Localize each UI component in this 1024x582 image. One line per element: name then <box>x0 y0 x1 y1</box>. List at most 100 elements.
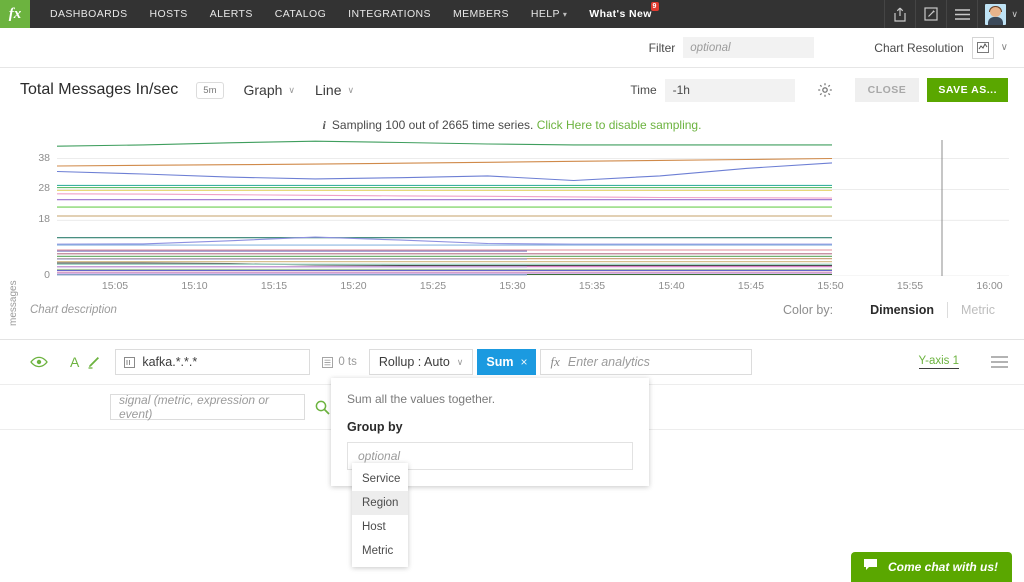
new-chart-icon[interactable] <box>915 0 946 28</box>
y-axis-ticks: 38 28 18 0 <box>24 140 50 290</box>
visibility-eye-icon[interactable] <box>30 356 48 368</box>
nav-label: DASHBOARDS <box>50 8 128 20</box>
chart-header-actions: Time CLOSE SAVE AS... <box>630 78 1008 102</box>
new-signal-input[interactable]: signal (metric, expression or event) <box>110 393 305 421</box>
resolution-pill[interactable]: 5m <box>196 81 224 99</box>
avatar <box>985 3 1007 25</box>
x-tick-label: 16:00 <box>976 280 1003 292</box>
signal-value: kafka.*.*.* <box>142 355 198 369</box>
nav-label: ALERTS <box>209 8 253 20</box>
analytics-chip-sum[interactable]: Sum × <box>477 349 537 375</box>
rollup-select[interactable]: Rollup : Auto ∨ <box>368 349 474 375</box>
nav-item-alerts[interactable]: ALERTS <box>199 0 264 28</box>
search-icon[interactable] <box>315 400 330 415</box>
nav-right-group: ∨ <box>884 0 1024 28</box>
popover-description: Sum all the values together. <box>347 392 496 406</box>
color-by-metric[interactable]: Metric <box>948 303 1008 317</box>
nav-item-catalog[interactable]: CATALOG <box>264 0 337 28</box>
chart-resolution-button[interactable] <box>971 36 994 59</box>
chevron-down-icon: ▾ <box>562 9 568 19</box>
close-button[interactable]: CLOSE <box>854 78 920 102</box>
save-as-button[interactable]: SAVE AS... <box>927 78 1008 102</box>
time-input[interactable] <box>664 78 795 102</box>
color-by-dimension[interactable]: Dimension <box>857 303 947 317</box>
x-tick-label: 15:30 <box>499 280 526 292</box>
x-tick-label: 15:40 <box>658 280 685 292</box>
series-line <box>57 140 832 147</box>
analytics-placeholder: Enter analytics <box>567 355 650 369</box>
timeseries-count-label: 0 ts <box>338 356 357 368</box>
x-tick-label: 15:25 <box>419 280 447 292</box>
function-icon: fx <box>550 354 560 369</box>
sampling-notice: i Sampling 100 out of 2665 time series. C… <box>0 118 1024 133</box>
x-tick-label: 15:45 <box>737 280 765 292</box>
chevron-down-icon: ∨ <box>456 356 464 367</box>
plot-type-select[interactable]: Line ∨ <box>315 82 354 98</box>
chevron-down-icon[interactable]: ∨ <box>1001 42 1008 53</box>
y-tick-label: 18 <box>38 213 50 226</box>
nav-label: What's New <box>589 8 652 20</box>
dropdown-option-region[interactable]: Region <box>352 491 408 515</box>
chevron-down-icon: ∨ <box>1011 8 1018 19</box>
share-icon[interactable] <box>884 0 915 28</box>
chart-resolution-label: Chart Resolution <box>874 40 964 55</box>
group-by-placeholder: optional <box>358 449 401 463</box>
new-signal-placeholder: signal (metric, expression or event) <box>119 393 270 421</box>
y-tick-label: 28 <box>38 182 50 195</box>
logo[interactable]: fx <box>0 0 30 28</box>
y-tick-label: 38 <box>38 151 50 164</box>
nav-item-help[interactable]: HELP ▾ <box>520 0 578 29</box>
nav-item-hosts[interactable]: HOSTS <box>139 0 199 28</box>
y-tick-label: 0 <box>44 269 50 281</box>
signal-input[interactable]: kafka.*.*.* <box>115 349 311 375</box>
x-tick-label: 15:55 <box>896 280 924 292</box>
x-tick-label: 15:20 <box>340 280 367 292</box>
timeseries-count[interactable]: 0 ts <box>322 356 357 368</box>
rollup-value: Rollup : Auto <box>378 355 450 369</box>
nav-item-integrations[interactable]: INTEGRATIONS <box>337 0 442 28</box>
nav-items: DASHBOARDS HOSTS ALERTS CATALOG INTEGRAT… <box>30 0 663 28</box>
disable-sampling-link[interactable]: Click Here to disable sampling. <box>537 118 702 132</box>
row-menu-icon[interactable] <box>991 356 1008 368</box>
analytics-input[interactable]: fx Enter analytics <box>540 349 753 375</box>
chat-widget[interactable]: Come chat with us! <box>850 552 1012 582</box>
info-icon: i <box>322 118 326 132</box>
page-title: Total Messages In/sec <box>20 81 179 98</box>
top-navigation: fx DASHBOARDS HOSTS ALERTS CATALOG INTEG… <box>0 0 1024 28</box>
nav-label: HELP <box>530 7 560 20</box>
group-by-label: Group by <box>347 420 403 434</box>
close-icon[interactable]: × <box>520 355 527 369</box>
menu-icon[interactable] <box>946 0 977 28</box>
nav-item-members[interactable]: MEMBERS <box>442 0 520 28</box>
filter-label: Filter <box>648 40 676 55</box>
filter-input[interactable] <box>683 37 815 58</box>
filter-bar: Filter Chart Resolution ∨ <box>0 28 1024 68</box>
dropdown-option-host[interactable]: Host <box>352 515 408 539</box>
nav-item-dashboards[interactable]: DASHBOARDS <box>39 0 139 28</box>
chart-type-select[interactable]: Graph ∨ <box>244 82 296 98</box>
nav-label: MEMBERS <box>452 8 509 20</box>
chart-header: Total Messages In/sec 5m Graph ∨ Line ∨ … <box>0 69 1024 111</box>
nav-item-whats-new[interactable]: What's New 9 <box>578 0 663 28</box>
gear-icon[interactable] <box>817 82 833 98</box>
x-tick-label: 15:05 <box>101 280 129 292</box>
plot-canvas[interactable] <box>57 140 1009 276</box>
x-axis-ticks: 15:05 15:10 15:15 15:20 15:25 15:30 15:35 15:40… <box>57 280 1009 296</box>
chart-area: messages 38 28 18 0 15:05 15:10 15:15 15:20 15:… <box>0 140 1024 330</box>
whats-new-badge: 9 <box>650 2 659 11</box>
x-tick-label: 15:35 <box>578 280 606 292</box>
edit-pencil-icon[interactable] <box>86 355 101 370</box>
y-axis-selector[interactable]: Y-axis 1 <box>918 355 959 369</box>
chart-description-input[interactable]: Chart description <box>30 304 117 316</box>
nav-label: INTEGRATIONS <box>348 8 431 20</box>
series-line <box>57 193 833 199</box>
signal-letter-label[interactable]: A <box>70 354 79 370</box>
plot-type-value: Line <box>315 82 342 98</box>
color-by-group: Color by: Dimension Metric <box>783 302 1008 318</box>
dropdown-option-metric[interactable]: Metric <box>352 539 408 563</box>
avatar-menu[interactable]: ∨ <box>977 0 1024 28</box>
chip-label: Sum <box>486 355 514 369</box>
dropdown-option-service[interactable]: Service <box>352 467 408 491</box>
chat-label: Come chat with us! <box>887 560 998 574</box>
x-tick-label: 15:15 <box>260 280 288 292</box>
